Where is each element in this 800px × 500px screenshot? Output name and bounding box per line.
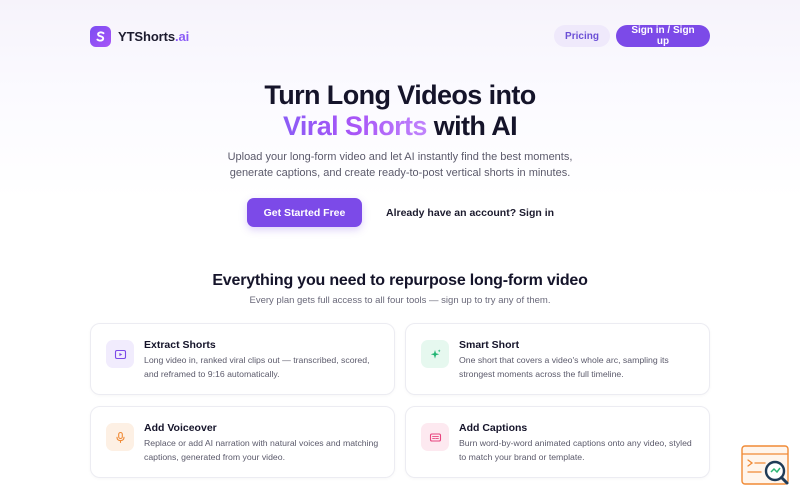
features-subtitle: Every plan gets full access to all four … [249,295,551,306]
logo-icon [90,25,111,47]
hero-title: Turn Long Videos into Viral Shorts with … [0,80,800,142]
feature-card-extract-shorts[interactable]: Extract Shorts Long video in, ranked vir… [90,323,395,395]
top-nav: Pricing Sign in / Sign up [554,25,710,47]
feature-title: Smart Short [459,339,520,351]
microphone-icon [106,423,134,451]
feature-description: Long video in, ranked viral clips out — … [144,355,370,379]
document-search-icon [741,445,789,485]
feature-description: One short that covers a video's whole ar… [459,355,669,379]
header: YTShorts.ai Pricing Sign in / Sign up [90,25,710,47]
feature-description: Replace or add AI narration with natural… [144,438,379,462]
feature-title: Extract Shorts [144,339,216,351]
hero-title-line2: with AI [426,111,518,141]
pricing-button[interactable]: Pricing [554,25,610,47]
feature-card-smart-short[interactable]: Smart Short One short that covers a vide… [405,323,710,395]
sparkle-icon [421,340,449,368]
hero-title-line1: Turn Long Videos into [264,80,536,110]
captions-icon [421,423,449,451]
hero-subtitle: Upload your long-form video and let AI i… [227,151,573,179]
feature-card-add-voiceover[interactable]: Add Voiceover Replace or add AI narratio… [90,406,395,478]
brand-logo[interactable]: YTShorts.ai [90,25,190,47]
hero-title-highlight: Viral Shorts [282,111,427,141]
feature-title: Add Captions [459,422,528,434]
floating-search-widget[interactable] [741,445,791,487]
cta-row: Get Started Free Already have an account… [247,198,554,227]
features-title: Everything you need to repurpose long-fo… [212,272,588,289]
sign-in-button[interactable]: Sign in / Sign up [616,25,710,47]
feature-card-add-captions[interactable]: Add Captions Burn word-by-word animated … [405,406,710,478]
video-clip-icon [106,340,134,368]
get-started-button[interactable]: Get Started Free [247,198,362,227]
feature-description: Burn word-by-word animated captions onto… [459,438,692,462]
existing-account-sign-in-link[interactable]: Already have an account? Sign in [386,207,554,219]
brand-name: YTShorts.ai [118,28,190,44]
feature-title: Add Voiceover [144,422,217,434]
